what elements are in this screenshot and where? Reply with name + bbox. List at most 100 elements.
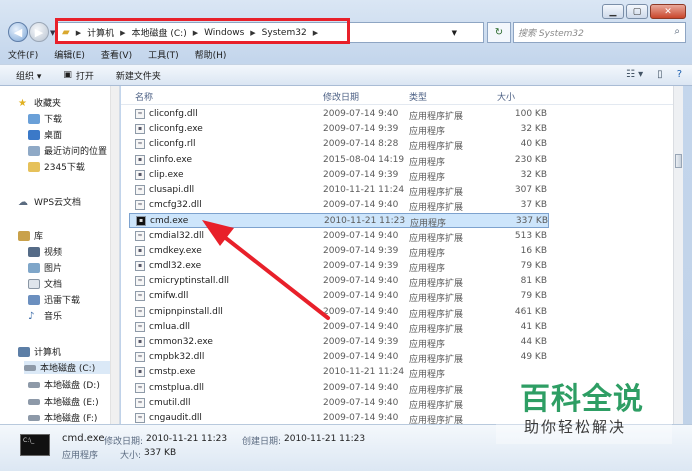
address-dropdown-icon[interactable]: ▼: [452, 29, 457, 37]
nav-documents[interactable]: 文档: [28, 277, 62, 290]
back-button[interactable]: ◀: [8, 22, 28, 42]
file-name: cmdial32.dll: [149, 230, 204, 241]
nav-drive-e[interactable]: 本地磁盘 (E:): [28, 395, 99, 408]
table-row[interactable]: ≈ cliconfg.dll 2009-07-14 9:40 应用程序扩展 100 KB: [129, 107, 549, 122]
table-row[interactable]: ≈ cmutil.dll 2009-07-14 9:40 应用程序扩展: [129, 396, 549, 411]
dll-file-icon: ≈: [135, 109, 145, 119]
table-row[interactable]: ≈ cmicryptinstall.dll 2009-07-14 9:40 应用程序扩…: [129, 274, 549, 289]
file-date: 2009-07-14 9:39: [323, 245, 399, 256]
organize-button[interactable]: 组织 ▾: [16, 69, 41, 82]
chevron-right-icon[interactable]: ▶: [250, 29, 255, 37]
navigation-pane-scrollbar[interactable]: [110, 86, 119, 424]
open-button[interactable]: ▣ 打开: [63, 69, 94, 82]
chevron-right-icon[interactable]: ▶: [193, 29, 198, 37]
table-row[interactable]: ≈ cliconfg.rll 2009-07-14 8:28 应用程序扩展 40 KB: [129, 137, 549, 152]
scrollbar-thumb[interactable]: [675, 154, 682, 168]
help-icon[interactable]: ?: [677, 69, 682, 80]
nav-recent-places[interactable]: 最近访问的位置: [28, 144, 107, 157]
table-row[interactable]: ≈ cmifw.dll 2009-07-14 9:40 应用程序扩展 79 KB: [129, 289, 549, 304]
nav-videos[interactable]: 视频: [28, 245, 62, 258]
table-row[interactable]: ≈ cmdial32.dll 2009-07-14 9:40 应用程序扩展 513 KB: [129, 229, 549, 244]
table-row[interactable]: ≈ cmstplua.dll 2009-07-14 9:40 应用程序扩展: [129, 381, 549, 396]
menu-tools[interactable]: 工具(T): [148, 48, 179, 64]
table-row[interactable]: ▪ cmdkey.exe 2009-07-14 9:39 应用程序 16 KB: [129, 244, 549, 259]
file-size: 32 KB: [520, 169, 547, 180]
dll-file-icon: ≈: [135, 230, 145, 241]
column-header-name[interactable]: 名称: [135, 90, 153, 103]
table-row[interactable]: ≈ cngaudit.dll 2009-07-14 9:40 应用程序扩展: [129, 411, 549, 424]
new-folder-label: 新建文件夹: [115, 71, 161, 82]
nav-thunder-downloads[interactable]: 迅雷下载: [28, 293, 80, 306]
details-created-label: 创建日期:: [242, 437, 282, 447]
column-headers: 名称 修改日期 类型 大小: [121, 86, 682, 105]
breadcrumb-windows[interactable]: Windows: [204, 28, 244, 38]
file-type: 应用程序扩展: [409, 385, 464, 396]
view-options-icon[interactable]: ☷ ▾: [626, 69, 643, 80]
nav-pictures[interactable]: 图片: [28, 261, 62, 274]
table-row[interactable]: ▪ cmstp.exe 2010-11-21 11:24 应用程序: [129, 365, 549, 380]
dll-file-icon: ≈: [135, 413, 145, 423]
nav-libraries-label: 库: [34, 232, 44, 242]
nav-desktop[interactable]: 桌面: [28, 128, 62, 141]
table-row[interactable]: ▪ cliconfg.exe 2009-07-14 9:39 应用程序 32 KB: [129, 122, 549, 137]
column-header-type[interactable]: 类型: [409, 90, 427, 103]
nav-wps-cloud[interactable]: ☁ WPS云文档: [18, 195, 81, 209]
table-row[interactable]: ≈ cmlua.dll 2009-07-14 9:40 应用程序扩展 41 KB: [129, 320, 549, 335]
breadcrumb-computer[interactable]: 计算机: [87, 26, 114, 39]
details-file-name: cmd.exe: [62, 433, 105, 444]
file-name: cmutil.dll: [149, 397, 191, 408]
chevron-right-icon[interactable]: ▶: [313, 29, 318, 37]
close-button[interactable]: ✕: [650, 4, 686, 19]
breadcrumb-system32[interactable]: System32: [262, 28, 307, 38]
recent-pages-dropdown[interactable]: ▼: [50, 29, 55, 37]
menu-help[interactable]: 帮助(H): [195, 48, 227, 64]
nav-drive-d[interactable]: 本地磁盘 (D:): [28, 378, 100, 391]
nav-computer[interactable]: 计算机: [18, 345, 61, 358]
file-type: 应用程序: [409, 370, 446, 381]
nav-pictures-label: 图片: [44, 264, 63, 274]
file-type: 应用程序: [409, 127, 446, 138]
details-created-value: 2010-11-21 11:23: [284, 434, 366, 444]
nav-drive-c[interactable]: 本地磁盘 (C:): [24, 361, 112, 374]
table-row[interactable]: ≈ cmpbk32.dll 2009-07-14 9:40 应用程序扩展 49 KB: [129, 350, 549, 365]
application-icon: ▪: [135, 337, 145, 347]
chevron-right-icon[interactable]: ▶: [120, 29, 125, 37]
table-row[interactable]: ▪ cmdl32.exe 2009-07-14 9:39 应用程序 79 KB: [129, 259, 549, 274]
minimize-button[interactable]: ▁: [602, 4, 624, 19]
window-controls: ▁ ▢ ✕: [600, 4, 686, 19]
table-row[interactable]: ≈ clusapi.dll 2010-11-21 11:24 应用程序扩展 307 KB: [129, 183, 549, 198]
file-type: 应用程序扩展: [409, 233, 464, 244]
preview-pane-icon[interactable]: ▯: [657, 69, 663, 80]
column-header-size[interactable]: 大小: [497, 90, 515, 103]
search-icon[interactable]: ⌕: [674, 26, 680, 37]
table-row[interactable]: ≈ cmipnpinstall.dll 2009-07-14 9:40 应用程序扩展 4…: [129, 305, 549, 320]
chevron-right-icon[interactable]: ▶: [76, 29, 81, 37]
table-row[interactable]: ▪ clinfo.exe 2015-08-04 14:19 应用程序 230 KB: [129, 153, 549, 168]
menu-file[interactable]: 文件(F): [8, 48, 38, 64]
menu-edit[interactable]: 编辑(E): [54, 48, 85, 64]
forward-button[interactable]: ▶: [29, 22, 49, 42]
table-row[interactable]: ▪ cmmon32.exe 2009-07-14 9:39 应用程序 44 KB: [129, 335, 549, 350]
file-size: 79 KB: [520, 291, 547, 302]
search-input[interactable]: 搜索 System32 ⌕: [513, 22, 686, 43]
refresh-button[interactable]: ↻: [487, 22, 511, 43]
nav-music[interactable]: ♪ 音乐: [28, 309, 62, 323]
nav-libraries[interactable]: 库: [18, 229, 43, 242]
nav-favorites[interactable]: ★ 收藏夹: [18, 96, 61, 110]
nav-downloads[interactable]: 下载: [28, 112, 62, 125]
dll-file-icon: ≈: [135, 321, 145, 332]
menu-view[interactable]: 查看(V): [101, 48, 132, 64]
table-row[interactable]: ≈ cmcfg32.dll 2009-07-14 9:40 应用程序扩展 37 KB: [129, 198, 549, 213]
column-header-date[interactable]: 修改日期: [323, 90, 359, 103]
address-bar[interactable]: ▰ ▶ 计算机 ▶ 本地磁盘 (C:) ▶ Windows ▶ System32…: [57, 22, 484, 43]
nav-2345-downloads[interactable]: 2345下载: [28, 160, 85, 173]
maximize-button[interactable]: ▢: [626, 4, 648, 19]
new-folder-button[interactable]: 新建文件夹: [116, 69, 161, 82]
table-row[interactable]: ▪ clip.exe 2009-07-14 9:39 应用程序 32 KB: [129, 168, 549, 183]
details-size-label: 大小:: [120, 451, 142, 461]
nav-drive-f[interactable]: 本地磁盘 (F:): [28, 411, 97, 424]
file-list-scrollbar[interactable]: [673, 86, 683, 424]
breadcrumb-drive-c[interactable]: 本地磁盘 (C:): [132, 26, 187, 39]
application-icon: ▪: [136, 216, 146, 227]
table-row[interactable]: ▪ cmd.exe 2010-11-21 11:23 应用程序 337 KB: [129, 213, 549, 229]
